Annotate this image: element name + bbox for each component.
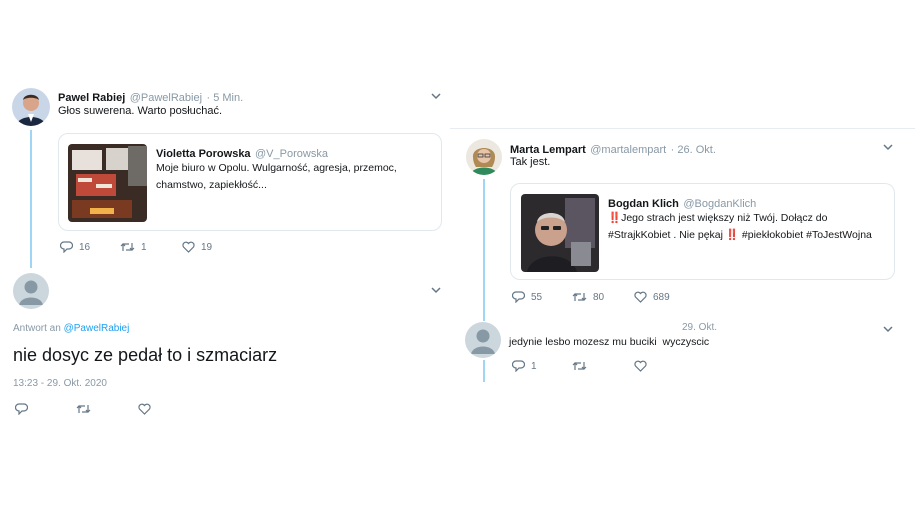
avatar-marta[interactable] [466,139,502,175]
chevron-down-icon[interactable] [430,284,442,296]
retweet-icon [572,362,587,370]
reply-icon [512,291,525,303]
retweet-button[interactable]: 1 [120,241,147,253]
quote-text-line1: ‼️Jego strach jest większy niż Twój. Doł… [608,210,872,227]
replying-to-prefix: Antwort an [13,323,61,334]
reply-timestamp[interactable]: 13:23 - 29. Okt. 2020 [13,378,107,389]
quote-line1: Jego strach jest większy niż Twój. Dołąc… [621,212,828,224]
avatar-default[interactable] [465,322,501,358]
reply-time[interactable]: 29. Okt. [682,322,717,333]
tweet-text: Tak jest. [510,156,551,168]
retweet-button-2[interactable] [572,360,587,372]
tweet-text: Głos suwerena. Warto posłuchać. [58,105,223,117]
chevron-down-icon[interactable] [882,141,894,153]
retweet-button-2[interactable] [76,403,91,415]
heart-icon [634,291,647,303]
like-button[interactable]: 19 [182,241,212,253]
quote-author-name: Violetta Porowska [156,148,251,160]
thread-line [483,179,485,321]
tweet-time[interactable]: · 5 Min. [206,92,243,104]
quote-line2a: #StrajkKobiet . Nie pękaj [608,229,723,241]
quote-image [68,144,147,222]
retweet-icon [120,243,135,251]
quote-author-handle: @BogdanKlich [683,198,757,210]
quote-text-line2: chamstwo, zapiekłość... [156,179,267,191]
heart-icon [634,360,647,372]
retweet-icon [572,293,587,301]
heart-icon [138,403,151,415]
quote-text-line1: Moje biuro w Opolu. Wulgarność, agresja,… [156,162,397,174]
reply-icon [15,403,28,415]
quote-line2b: #piekłokobiet #ToJestWojna [741,229,872,241]
replying-to-handle[interactable]: @PawelRabiej [64,323,130,334]
left-thread: Pawel Rabiej @PawelRabiej · 5 Min. Głos … [0,80,450,500]
chevron-down-icon[interactable] [430,90,442,102]
quote-image [521,194,599,272]
reply-button[interactable]: 55 [512,291,542,303]
thread-line [30,130,32,268]
quote-author-handle: @V_Porowska [255,148,328,160]
chevron-down-icon[interactable] [882,323,894,335]
reply-count: 55 [531,291,543,303]
heart-icon [182,241,195,253]
like-button-2[interactable] [138,403,151,415]
avatar-pawel[interactable] [12,88,50,126]
retweet-count: 80 [593,291,605,303]
reply-count: 1 [531,360,537,372]
retweet-count: 1 [141,241,147,253]
like-count: 689 [653,291,670,303]
reply-button-2[interactable]: 1 [512,360,537,372]
retweet-icon [76,405,91,413]
author-name[interactable]: Pawel Rabiej [58,92,125,104]
reply-button[interactable]: 16 [60,241,90,253]
reply-count: 16 [79,241,91,253]
quote-text-line2: #StrajkKobiet . Nie pękaj ‼️ #piekłokobi… [608,227,872,244]
quote-tweet[interactable]: Bogdan Klich @BogdanKlich ‼️Jego strach … [510,183,895,280]
replying-to: Antwort an @PawelRabiej [13,323,129,334]
thread-line-bottom [483,360,485,382]
quote-author-name: Bogdan Klich [608,198,679,210]
double-exclamation-icon: ‼️ [608,212,622,224]
reply-text: nie dosyc ze pedał to i szmaciarz [13,345,278,365]
right-thread: Marta Lempart @martalempart · 26. Okt. T… [450,128,915,388]
reply-icon [60,241,73,253]
like-button-2[interactable] [634,360,647,372]
author-handle[interactable]: @PawelRabiej [130,92,202,104]
reply-icon [512,360,525,372]
reply-text: jedynie lesbo mozesz mu buciki wyczyscic [509,336,710,348]
like-count: 19 [201,241,213,253]
author-handle[interactable]: @martalempart [590,144,666,156]
double-exclamation-icon: ‼️ [725,229,739,241]
reply-button-2[interactable] [15,403,28,415]
tweet-time[interactable]: · 26. Okt. [671,144,716,156]
like-button[interactable]: 689 [634,291,670,303]
quote-tweet[interactable]: Violetta Porowska @V_Porowska Moje biuro… [58,133,442,231]
avatar-default[interactable] [13,273,49,309]
retweet-button[interactable]: 80 [572,291,604,303]
